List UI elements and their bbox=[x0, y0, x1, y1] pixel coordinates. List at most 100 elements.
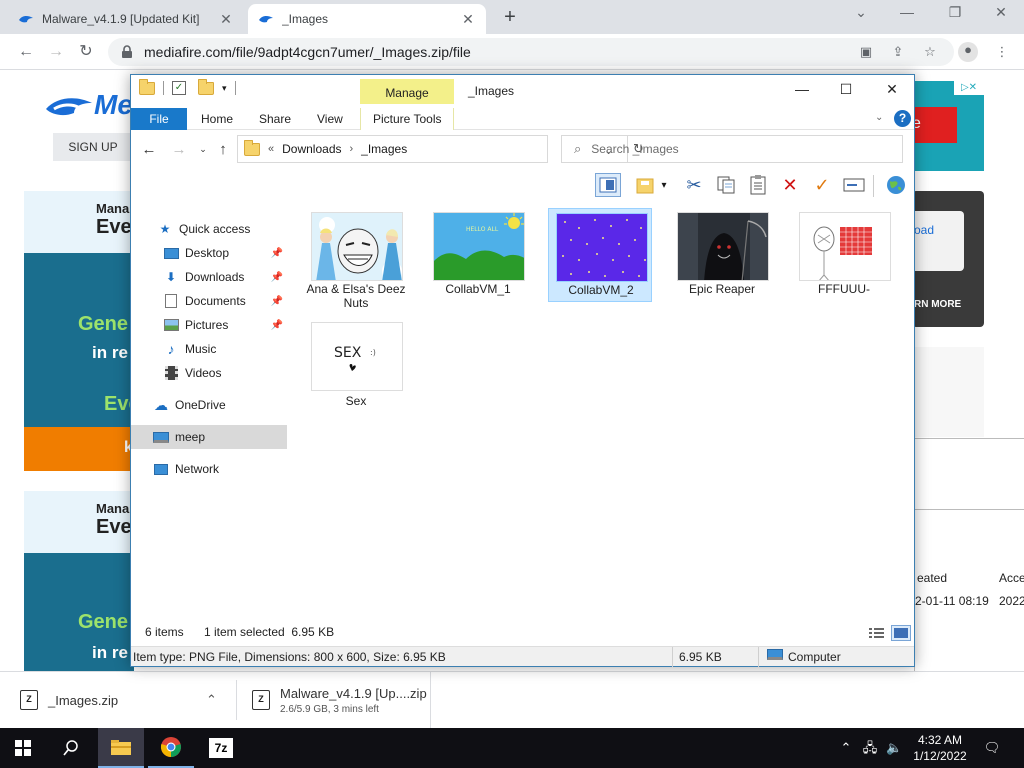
forward-arrow-icon[interactable]: → bbox=[46, 42, 66, 62]
back-arrow-icon[interactable]: ← bbox=[16, 42, 36, 62]
volume-muted-icon[interactable]: 🔈 bbox=[886, 740, 902, 756]
minimize-icon[interactable]: — bbox=[779, 81, 825, 97]
close-window-icon[interactable]: ✕ bbox=[986, 4, 1016, 21]
chevron-left-icon[interactable]: « bbox=[268, 143, 274, 155]
back-arrow-icon[interactable]: ← bbox=[141, 141, 157, 158]
help-icon[interactable]: ? bbox=[894, 110, 911, 127]
tab-file[interactable]: File bbox=[131, 108, 187, 130]
new-folder-icon[interactable] bbox=[198, 78, 214, 95]
nav-pictures[interactable]: Pictures 📌 bbox=[131, 313, 287, 337]
paste-button[interactable] bbox=[745, 173, 771, 197]
file-list: Ana & Elsa's Deez Nuts HELLO ALL CollabV… bbox=[301, 205, 911, 615]
cut-icon[interactable]: ✂ bbox=[681, 173, 707, 197]
ad-red-button[interactable]: e bbox=[912, 107, 957, 143]
search-button[interactable] bbox=[48, 728, 94, 768]
search-icon: ⌕ bbox=[574, 141, 582, 156]
file-explorer-icon bbox=[111, 740, 131, 755]
chevron-up-icon[interactable]: ⌃ bbox=[206, 692, 217, 708]
chevron-up-icon[interactable]: ⌃ bbox=[838, 740, 854, 756]
nav-music[interactable]: ♪ Music bbox=[131, 337, 287, 361]
download-link[interactable]: oad bbox=[912, 211, 964, 271]
start-button[interactable] bbox=[0, 728, 46, 768]
search-input[interactable]: ⌕ Search _Images bbox=[561, 135, 903, 163]
file-item-ana-elsa[interactable]: Ana & Elsa's Deez Nuts bbox=[304, 208, 408, 310]
nav-downloads[interactable]: ⬇ Downloads 📌 bbox=[131, 265, 287, 289]
properties-icon[interactable]: ✓ bbox=[172, 81, 186, 95]
new-tab-button[interactable]: + bbox=[500, 6, 520, 29]
nav-videos[interactable]: Videos bbox=[131, 361, 287, 385]
close-window-icon[interactable]: ✕ bbox=[869, 81, 915, 98]
taskbar-chrome[interactable] bbox=[148, 728, 194, 768]
customize-toolbar-icon[interactable]: ▾ bbox=[222, 83, 227, 94]
chevron-down-icon[interactable]: ▾ bbox=[657, 173, 671, 197]
preview-pane-button[interactable] bbox=[595, 173, 621, 197]
breadcrumb[interactable]: « Downloads › _Images ⌄ ↻ bbox=[237, 135, 644, 163]
download-item[interactable]: Z _Images.zip ⌃ bbox=[20, 672, 230, 728]
file-item-collabvm-1[interactable]: HELLO ALL CollabVM_1 bbox=[426, 208, 530, 302]
close-tab-icon[interactable]: ✕ bbox=[218, 11, 234, 28]
tab-view[interactable]: View bbox=[317, 108, 343, 130]
address-bar[interactable]: mediafire.com/file/9adpt4cgcn7umer/_Imag… bbox=[108, 38, 954, 66]
pin-icon[interactable]: 📌 bbox=[271, 272, 283, 283]
breadcrumb-item[interactable]: _Images bbox=[361, 142, 407, 156]
new-item-button[interactable] bbox=[633, 173, 659, 197]
file-item-sex[interactable]: SEX :) Sex bbox=[304, 318, 408, 412]
chevron-right-icon[interactable]: › bbox=[350, 143, 354, 155]
tab-share[interactable]: Share bbox=[259, 108, 291, 130]
quick-access-toolbar: ✓ ▾ bbox=[139, 78, 240, 95]
file-item-epic-reaper[interactable]: Epic Reaper bbox=[670, 208, 774, 302]
chevron-down-icon[interactable]: ⌄ bbox=[846, 4, 876, 21]
nav-this-pc[interactable]: meep bbox=[131, 425, 287, 449]
copy-button[interactable] bbox=[713, 173, 739, 197]
ad-close-icon[interactable]: ▷✕ bbox=[954, 81, 984, 95]
checkmark-icon[interactable]: ✓ bbox=[809, 173, 835, 197]
forward-arrow-icon[interactable]: → bbox=[171, 141, 187, 158]
download-item[interactable]: Z Malware_v4.1.9 [Up....zip 2.6/5.9 GB, … bbox=[252, 672, 428, 728]
details-view-button[interactable] bbox=[867, 625, 887, 641]
large-icons-view-button[interactable] bbox=[891, 625, 911, 641]
taskbar-7zip[interactable]: 7z bbox=[198, 728, 244, 768]
tab-home[interactable]: Home bbox=[201, 108, 233, 130]
minimize-icon[interactable]: — bbox=[892, 4, 922, 20]
browser-tab-images[interactable]: _Images ✕ bbox=[248, 4, 486, 34]
clock[interactable]: 4:32 AM 1/12/2022 bbox=[908, 732, 972, 764]
browser-tab-malware[interactable]: Malware_v4.1.9 [Updated Kit] ✕ bbox=[8, 4, 244, 34]
sign-up-button[interactable]: SIGN UP bbox=[53, 133, 133, 161]
maximize-icon[interactable]: ☐ bbox=[823, 81, 869, 98]
cast-icon[interactable]: ▣ bbox=[858, 44, 874, 60]
breadcrumb-item[interactable]: Downloads bbox=[282, 142, 341, 156]
learn-more-link[interactable]: RN MORE bbox=[914, 299, 961, 310]
notifications-icon[interactable]: 🗨 bbox=[982, 740, 1002, 756]
pin-icon[interactable]: 📌 bbox=[271, 320, 283, 331]
recent-locations-icon[interactable]: ⌄ bbox=[195, 144, 211, 155]
share-icon[interactable]: ⇪ bbox=[890, 44, 906, 60]
mediafire-logo[interactable]: Me bbox=[44, 89, 134, 123]
rename-button[interactable] bbox=[841, 173, 867, 197]
reload-icon[interactable]: ↻ bbox=[76, 42, 96, 62]
taskbar-file-explorer[interactable] bbox=[98, 728, 144, 768]
manage-tab[interactable]: Manage bbox=[360, 79, 454, 104]
chevron-down-icon[interactable]: ⌄ bbox=[875, 112, 883, 123]
bookmark-star-icon[interactable]: ☆ bbox=[922, 44, 938, 60]
more-menu-icon[interactable]: ⋮ bbox=[994, 44, 1010, 60]
file-item-fffuuu[interactable]: FFFUUU- bbox=[792, 208, 896, 302]
delete-icon[interactable]: ✕ bbox=[777, 173, 803, 197]
search-placeholder: Search _Images bbox=[591, 142, 679, 156]
pin-icon[interactable]: 📌 bbox=[271, 296, 283, 307]
nav-desktop[interactable]: Desktop 📌 bbox=[131, 241, 287, 265]
nav-onedrive[interactable]: ☁ OneDrive bbox=[131, 393, 287, 417]
nav-quick-access[interactable]: ★ Quick access bbox=[131, 217, 287, 241]
created-header: eated bbox=[917, 571, 948, 585]
tab-picture-tools[interactable]: Picture Tools bbox=[373, 108, 441, 130]
up-arrow-icon[interactable]: ↑ bbox=[215, 141, 231, 158]
file-item-collabvm-2[interactable]: CollabVM_2 bbox=[548, 208, 652, 302]
network-status-icon[interactable]: 🖧 bbox=[862, 740, 878, 756]
restore-icon[interactable]: ❐ bbox=[940, 4, 970, 21]
nav-network[interactable]: Network bbox=[131, 457, 287, 481]
nav-documents[interactable]: Documents 📌 bbox=[131, 289, 287, 313]
pin-icon[interactable]: 📌 bbox=[271, 248, 283, 259]
close-tab-icon[interactable]: ✕ bbox=[460, 11, 476, 28]
promo-cta-button[interactable]: k bbox=[24, 427, 134, 471]
globe-button[interactable] bbox=[883, 173, 909, 197]
profile-avatar-icon[interactable]: ● bbox=[958, 42, 978, 62]
